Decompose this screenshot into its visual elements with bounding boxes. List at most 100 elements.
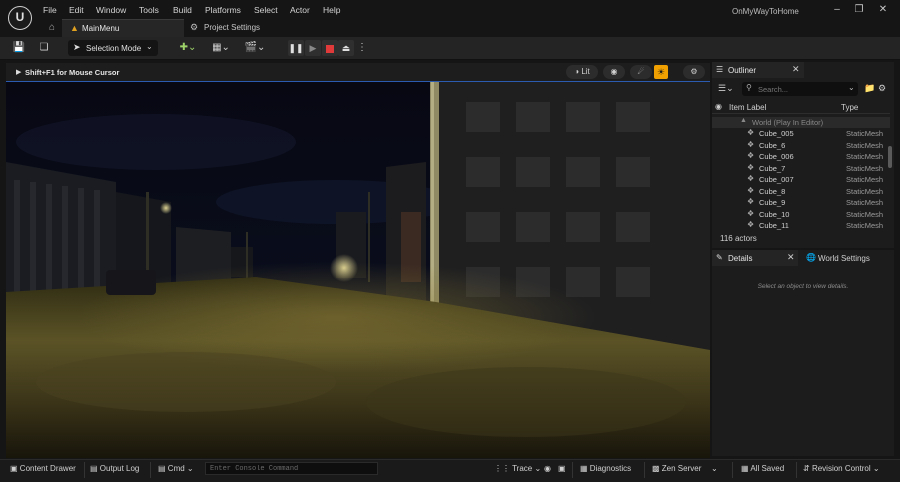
static-mesh-icon: ❖ xyxy=(747,185,755,195)
pause-button[interactable]: ❚❚ xyxy=(288,40,304,56)
step-button[interactable]: ▶ xyxy=(305,40,321,56)
viewport-settings-button[interactable]: ⚙ xyxy=(683,65,705,79)
lit-icon: ◑ xyxy=(574,67,580,76)
minimize-icon[interactable]: – xyxy=(830,4,844,16)
output-log-label: Output Log xyxy=(99,464,140,473)
world-settings-tab[interactable]: 🌐 World Settings xyxy=(802,250,894,266)
add-actor-icon[interactable]: ✚⌄ xyxy=(176,41,200,55)
new-folder-icon[interactable]: 📁 xyxy=(864,83,875,94)
list-item[interactable]: ❖ Cube_007 StaticMesh xyxy=(712,174,890,186)
list-item[interactable]: ❖ Cube_006 StaticMesh xyxy=(712,151,890,163)
diagnostics-button[interactable]: ▦ Diagnostics xyxy=(580,464,631,473)
viewport-menu-icon[interactable]: ▶ xyxy=(16,68,21,76)
screenshot-icon[interactable]: ▣ xyxy=(558,464,566,473)
outliner-scrollbar[interactable] xyxy=(888,146,892,168)
trace-dropdown[interactable]: ⋮⋮ Trace ⌄ xyxy=(494,464,541,473)
close-icon[interactable]: ✕ xyxy=(792,64,800,75)
chevron-down-icon[interactable]: ⌄ xyxy=(848,83,855,92)
details-title: Details xyxy=(728,254,753,263)
selection-mode-label: Selection Mode xyxy=(86,44,142,53)
camera-speed-button[interactable]: ☄ xyxy=(630,65,652,79)
more-options-icon[interactable]: ⋮ xyxy=(357,41,367,55)
cinematics-icon[interactable]: 🎬⌄ xyxy=(242,41,268,55)
close-icon[interactable]: ✕ xyxy=(876,4,890,16)
blueprint-icon[interactable]: ▦⌄ xyxy=(208,41,234,55)
gear-icon[interactable]: ⚙ xyxy=(878,83,886,94)
column-item-label[interactable]: Item Label xyxy=(729,103,766,112)
record-icon[interactable]: ◉ xyxy=(544,464,551,473)
item-name: Cube_6 xyxy=(759,140,786,150)
all-saved-button[interactable]: ▦ All Saved xyxy=(741,464,784,473)
outliner-title: Outliner xyxy=(728,66,757,75)
stop-button[interactable] xyxy=(322,40,338,56)
unreal-logo-icon[interactable]: U xyxy=(8,6,32,30)
tab-mainmenu[interactable]: ▲ MainMenu xyxy=(62,19,184,37)
tab-label: Project Settings xyxy=(204,23,261,32)
camera-icon: ☄ xyxy=(637,67,645,76)
revision-control-button[interactable]: ⇵ Revision Control ⌄ xyxy=(803,464,880,473)
divider xyxy=(150,462,151,478)
cmd-dropdown[interactable]: ▤ Cmd ⌄ xyxy=(158,464,194,473)
details-tab[interactable]: ✎ Details ✕ xyxy=(712,250,798,266)
list-item[interactable]: ❖ Cube_10 StaticMesh xyxy=(712,209,890,221)
tab-project-settings[interactable]: ⚙ Project Settings xyxy=(186,19,296,37)
save-status-icon: ▦ xyxy=(741,464,749,473)
content-browse-icon[interactable]: ❏ xyxy=(36,41,52,55)
zen-server-button[interactable]: ▩ Zen Server xyxy=(652,464,701,473)
menu-window[interactable]: Window xyxy=(96,5,126,15)
menu-file[interactable]: File xyxy=(43,5,57,15)
item-type: StaticMesh xyxy=(846,221,884,230)
eject-button[interactable]: ⏏ xyxy=(338,40,354,56)
outliner-search: ⚲ ⌄ xyxy=(742,82,858,96)
outliner-tab[interactable]: ☰ Outliner ✕ xyxy=(712,62,804,78)
world-settings-title: World Settings xyxy=(818,254,870,263)
search-icon: ⚲ xyxy=(746,83,752,92)
list-item[interactable]: ❖ Cube_11 StaticMesh xyxy=(712,220,890,232)
menu-build[interactable]: Build xyxy=(173,5,192,15)
column-type[interactable]: Type xyxy=(841,103,858,112)
divider xyxy=(644,462,645,478)
outliner-search-input[interactable] xyxy=(758,83,842,95)
selection-mode-dropdown[interactable]: ➤ Selection Mode ⌄ xyxy=(68,40,158,56)
item-type: StaticMesh xyxy=(846,163,884,173)
menu-help[interactable]: Help xyxy=(323,5,340,15)
list-item[interactable]: ❖ Cube_005 StaticMesh xyxy=(712,128,890,140)
view-mode-lit[interactable]: ◑ Lit xyxy=(566,65,598,79)
list-item[interactable]: ❖ Cube_8 StaticMesh xyxy=(712,186,890,198)
trace-label: Trace xyxy=(512,464,533,473)
cursor-icon: ➤ xyxy=(73,42,81,52)
level-icon: ▲ xyxy=(70,23,79,33)
realtime-toggle-icon[interactable]: ☀ xyxy=(654,65,668,79)
project-name: OnMyWayToHome xyxy=(732,7,799,16)
list-item[interactable]: ❖ Cube_7 StaticMesh xyxy=(712,163,890,175)
revision-control-label: Revision Control xyxy=(811,464,871,473)
output-log-button[interactable]: ▤ Output Log xyxy=(90,464,139,473)
maximize-icon[interactable]: ❐ xyxy=(852,4,866,16)
static-mesh-icon: ❖ xyxy=(747,162,755,172)
menu-actor[interactable]: Actor xyxy=(290,5,310,15)
item-name: Cube_7 xyxy=(759,163,786,173)
outliner-world-row[interactable]: ▲ World (Play In Editor) xyxy=(712,117,890,128)
menu-select[interactable]: Select xyxy=(254,5,278,15)
show-flags-button[interactable]: ◉ xyxy=(603,65,625,79)
home-icon[interactable]: ⌂ xyxy=(46,22,58,34)
content-drawer-button[interactable]: ▣ Content Drawer xyxy=(10,464,76,473)
list-item[interactable]: ❖ Cube_6 StaticMesh xyxy=(712,140,890,152)
filter-icon[interactable]: ☰⌄ xyxy=(718,83,734,94)
console-command-input[interactable] xyxy=(205,462,378,475)
save-icon[interactable]: 💾 xyxy=(12,41,26,55)
list-item[interactable]: ❖ Cube_9 StaticMesh xyxy=(712,197,890,209)
actor-count: 116 actors xyxy=(720,234,757,243)
cmd-label: Cmd xyxy=(167,464,185,473)
menu-tools[interactable]: Tools xyxy=(139,5,159,15)
divider xyxy=(732,462,733,478)
gear-icon: ⚙ xyxy=(690,67,698,76)
visibility-icon[interactable]: ◉ xyxy=(715,102,722,111)
chevron-down-icon[interactable]: ⌄ xyxy=(711,464,718,473)
menu-platforms[interactable]: Platforms xyxy=(205,5,241,15)
revision-control-icon: ⇵ xyxy=(803,464,810,473)
all-saved-label: All Saved xyxy=(750,464,785,473)
close-icon[interactable]: ✕ xyxy=(787,252,795,263)
game-viewport[interactable] xyxy=(6,81,710,458)
menu-edit[interactable]: Edit xyxy=(69,5,84,15)
